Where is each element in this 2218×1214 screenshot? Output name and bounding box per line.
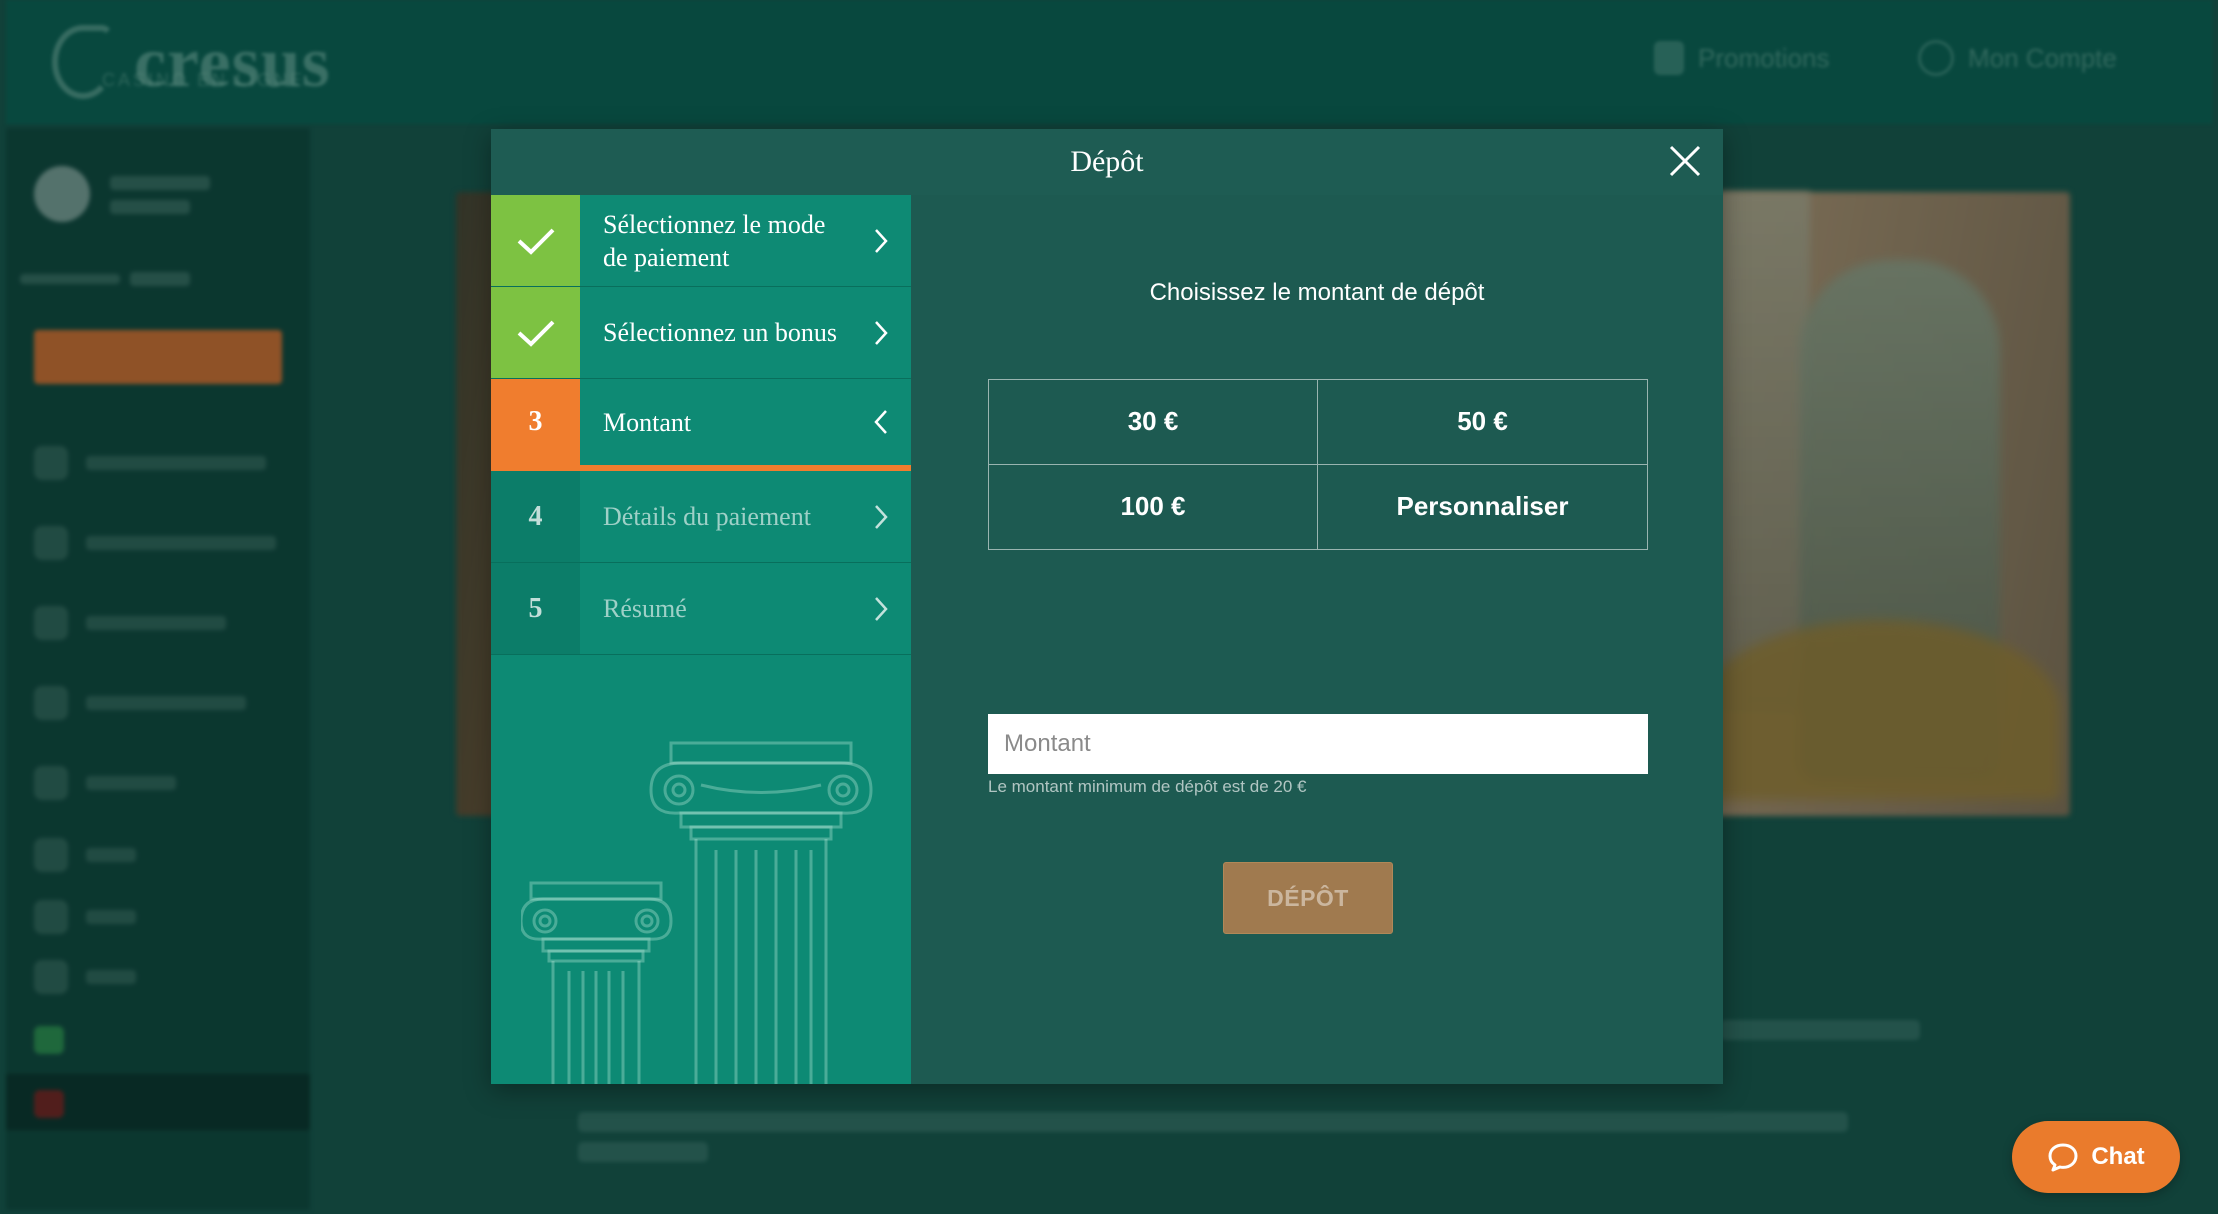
- step-payment-details[interactable]: 4 Détails du paiement: [491, 471, 911, 563]
- greek-columns-illustration: [521, 741, 873, 1084]
- minimum-amount-hint: Le montant minimum de dépôt est de 20 €: [988, 777, 1307, 796]
- chat-button[interactable]: Chat: [2012, 1121, 2180, 1193]
- chevron-right-icon: [851, 287, 911, 378]
- deposit-button[interactable]: DÉPÔT: [1223, 862, 1393, 934]
- amount-option-30[interactable]: 30 €: [989, 380, 1318, 465]
- checkmark-icon: [517, 320, 554, 347]
- steps-panel: Sélectionnez le mode de paiement Sélecti…: [491, 195, 911, 1084]
- step-label: Résumé: [603, 594, 687, 623]
- chevron-right-icon: [851, 471, 911, 562]
- modal-header: Dépôt: [491, 129, 1723, 195]
- amount-option-custom[interactable]: Personnaliser: [1318, 465, 1647, 550]
- step-summary[interactable]: 5 Résumé: [491, 563, 911, 655]
- step-badge: [491, 287, 580, 378]
- deposit-content: Choisissez le montant de dépôt 30 € 50 €…: [911, 195, 1723, 1084]
- step-bonus[interactable]: Sélectionnez un bonus: [491, 287, 911, 379]
- checkmark-icon: [517, 228, 554, 255]
- content-title: Choisissez le montant de dépôt: [1149, 279, 1485, 306]
- step-number: 4: [491, 471, 580, 562]
- amount-input[interactable]: [988, 714, 1648, 774]
- step-number: 3: [491, 379, 580, 465]
- chevron-right-icon: [851, 195, 911, 286]
- amount-options: 30 € 50 € 100 € Personnaliser: [988, 379, 1648, 550]
- amount-option-50[interactable]: 50 €: [1318, 380, 1647, 465]
- chat-bubble-icon: [2048, 1143, 2078, 1172]
- step-amount[interactable]: 3 Montant: [491, 379, 911, 471]
- chat-label: Chat: [2091, 1143, 2145, 1170]
- chevron-left-icon: [851, 379, 911, 465]
- step-label: Sélectionnez le mode de paiement: [603, 209, 826, 272]
- step-number: 5: [491, 563, 580, 654]
- step-payment-method[interactable]: Sélectionnez le mode de paiement: [491, 195, 911, 287]
- amount-option-100[interactable]: 100 €: [989, 464, 1318, 549]
- step-badge: [491, 195, 580, 286]
- close-icon: [1669, 145, 1701, 177]
- deposit-modal: Dépôt Sélectionnez le mode de paiement S…: [491, 129, 1723, 1084]
- modal-title: Dépôt: [1070, 145, 1144, 178]
- step-label: Détails du paiement: [603, 502, 811, 531]
- step-label: Sélectionnez un bonus: [603, 318, 837, 347]
- step-label: Montant: [603, 407, 692, 437]
- close-button[interactable]: [1665, 141, 1705, 181]
- chevron-right-icon: [851, 563, 911, 654]
